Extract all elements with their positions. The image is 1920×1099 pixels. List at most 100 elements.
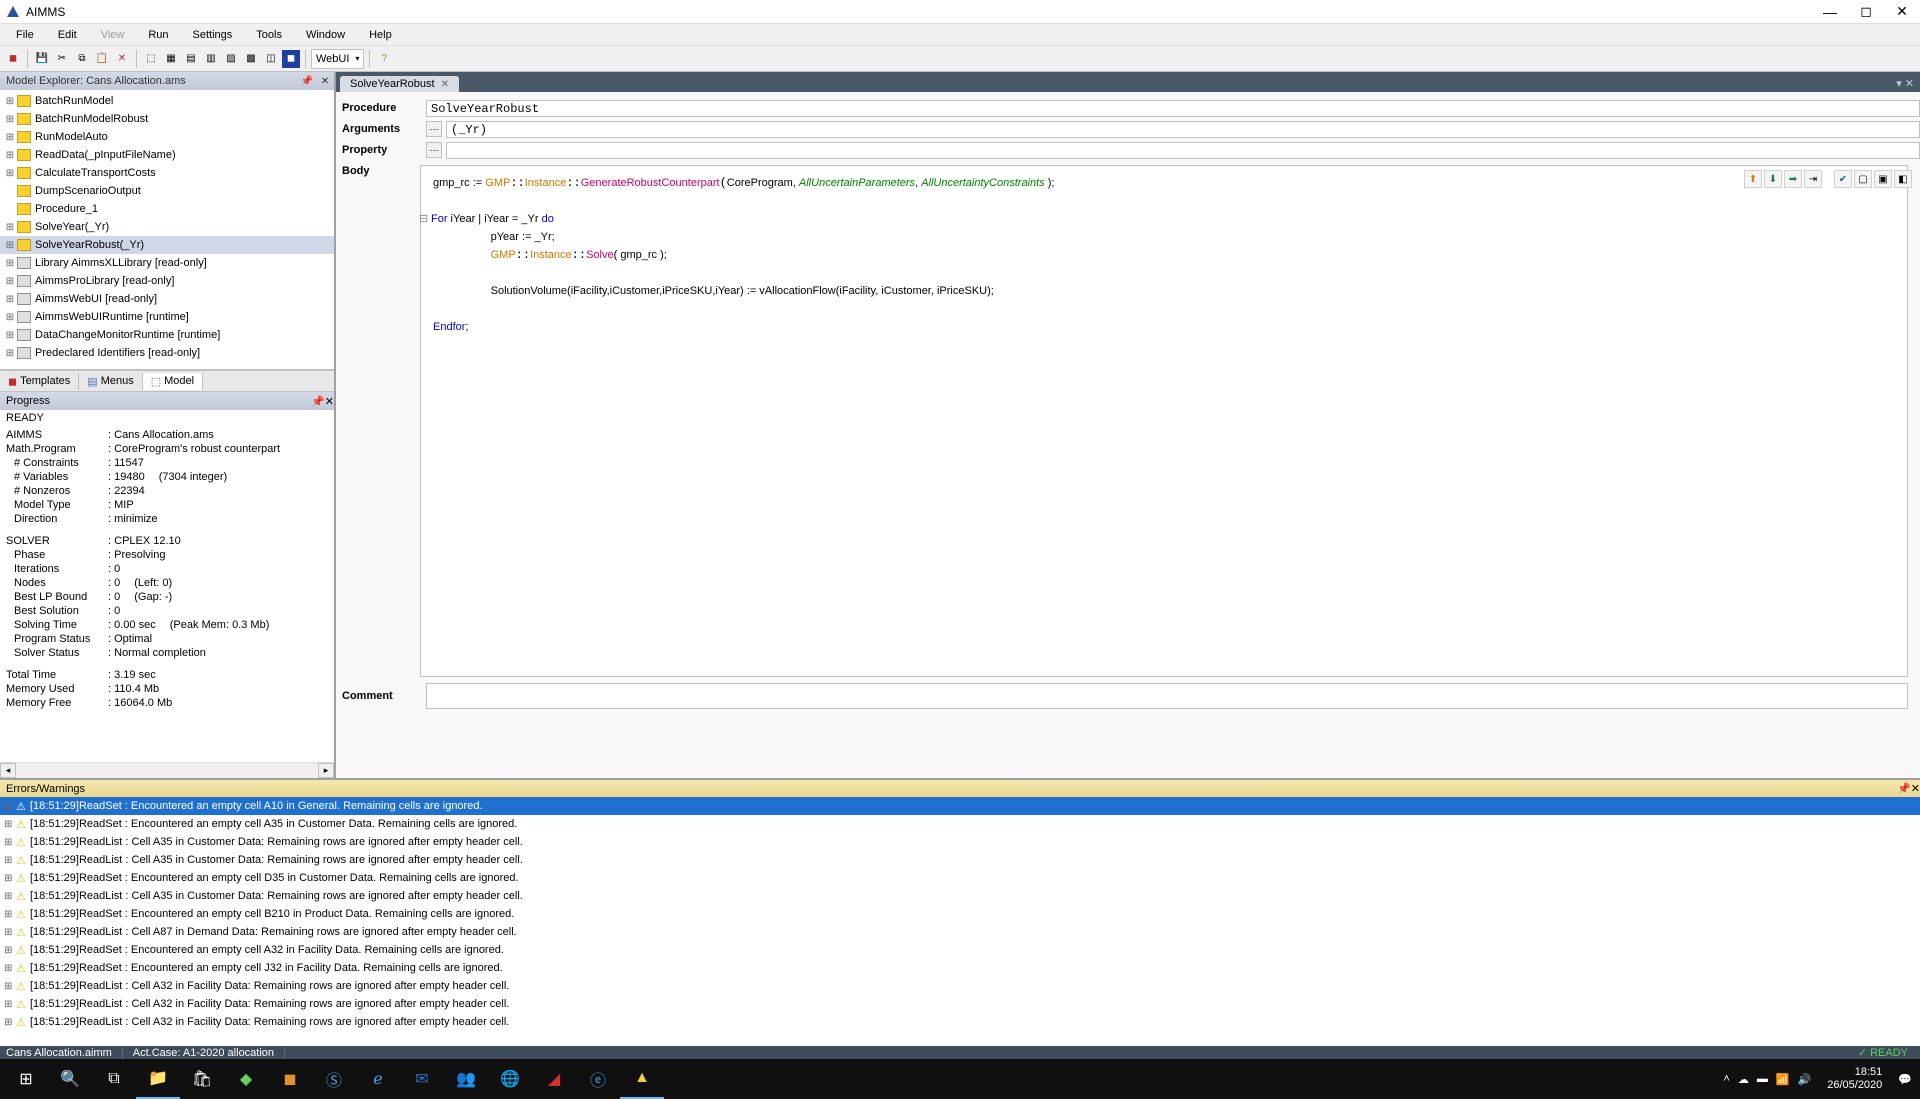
tree-item[interactable]: ⊞BatchRunModelRobust bbox=[0, 110, 334, 128]
cut-icon[interactable]: ✂ bbox=[53, 50, 71, 68]
tab-menus[interactable]: ▤Menus bbox=[79, 373, 142, 390]
pin-icon[interactable]: 📌 bbox=[298, 72, 316, 90]
tab-model[interactable]: ⬚Model bbox=[143, 373, 203, 390]
scroll-right-icon[interactable]: ▸ bbox=[318, 763, 334, 778]
tool-icon-7[interactable]: ◫ bbox=[262, 50, 280, 68]
paste-icon[interactable]: 📋 bbox=[93, 50, 111, 68]
tab-templates[interactable]: ◼Templates bbox=[0, 373, 79, 390]
page3-icon[interactable]: ◧ bbox=[1894, 170, 1912, 188]
arguments-wizard-icon[interactable]: ⋯ bbox=[426, 121, 442, 137]
panel-close-icon[interactable]: ✕ bbox=[316, 72, 334, 90]
save-icon[interactable]: 💾 bbox=[33, 50, 51, 68]
menu-tools[interactable]: Tools bbox=[246, 27, 292, 43]
tab-close-icon[interactable]: ✕ bbox=[441, 79, 449, 90]
error-row[interactable]: ⊞⚠ [18:51:29] ReadList : Cell A87 in Dem… bbox=[0, 923, 1920, 941]
tabstrip-menu-icon[interactable]: ▾ ✕ bbox=[1890, 75, 1920, 92]
tray-volume-icon[interactable]: 🔊 bbox=[1798, 1073, 1812, 1086]
nav-up-icon[interactable]: ⬆ bbox=[1744, 170, 1762, 188]
procedure-value[interactable]: SolveYearRobust bbox=[426, 100, 1920, 117]
tree-item[interactable]: ⊞RunModelAuto bbox=[0, 128, 334, 146]
error-row[interactable]: ⊞⚠ [18:51:29] ReadSet : Encountered an e… bbox=[0, 815, 1920, 833]
error-row[interactable]: ⊞⚠ [18:51:29] ReadSet : Encountered an e… bbox=[0, 869, 1920, 887]
error-row[interactable]: ⊞⚠ [18:51:29] ReadList : Cell A35 in Cus… bbox=[0, 833, 1920, 851]
error-row[interactable]: ⊞⚠ [18:51:29] ReadList : Cell A32 in Fac… bbox=[0, 977, 1920, 995]
pin-icon[interactable]: 📌 bbox=[1897, 782, 1911, 795]
tool-icon-6[interactable]: ▩ bbox=[242, 50, 260, 68]
tool-icon-5[interactable]: ▨ bbox=[222, 50, 240, 68]
menu-window[interactable]: Window bbox=[296, 27, 355, 43]
panel-close-icon[interactable]: ✕ bbox=[325, 395, 334, 408]
search-icon[interactable]: 🔍 bbox=[48, 1059, 92, 1099]
menu-help[interactable]: Help bbox=[359, 27, 402, 43]
error-row[interactable]: ⊞⚠ [18:51:29] ReadList : Cell A35 in Cus… bbox=[0, 887, 1920, 905]
tree-item[interactable]: ⊞AimmsProLibrary [read-only] bbox=[0, 272, 334, 290]
teams-icon[interactable]: 👥 bbox=[444, 1059, 488, 1099]
store-icon[interactable]: 🛍 bbox=[180, 1059, 224, 1099]
property-value[interactable] bbox=[446, 142, 1920, 159]
skype-icon[interactable]: Ⓢ bbox=[312, 1059, 356, 1099]
code-editor[interactable]: gmp_rc := GMP::Instance::GenerateRobustC… bbox=[420, 165, 1908, 677]
webui-dropdown[interactable]: WebUI bbox=[311, 49, 364, 69]
system-clock[interactable]: 18:51 26/05/2020 bbox=[1819, 1066, 1890, 1092]
error-row[interactable]: ⊞⚠ [18:51:29] ReadSet : Encountered an e… bbox=[0, 959, 1920, 977]
tool-icon-1[interactable]: ⬚ bbox=[142, 50, 160, 68]
menu-settings[interactable]: Settings bbox=[183, 27, 243, 43]
minimize-button[interactable]: — bbox=[1812, 0, 1848, 24]
acrobat-icon[interactable]: ◢ bbox=[532, 1059, 576, 1099]
errors-list[interactable]: ⊞⚠ [18:51:29] ReadSet : Encountered an e… bbox=[0, 797, 1920, 1046]
app-icon-1[interactable]: ◆ bbox=[224, 1059, 268, 1099]
page2-icon[interactable]: ▣ bbox=[1874, 170, 1892, 188]
error-row[interactable]: ⊞⚠ [18:51:29] ReadSet : Encountered an e… bbox=[0, 905, 1920, 923]
aimms-taskbar-icon[interactable]: ▲ bbox=[620, 1059, 664, 1099]
tool-icon-3[interactable]: ▤ bbox=[182, 50, 200, 68]
menu-run[interactable]: Run bbox=[138, 27, 178, 43]
outlook-icon[interactable]: ✉ bbox=[400, 1059, 444, 1099]
tree-item[interactable]: ⊞Library AimmsXLLibrary [read-only] bbox=[0, 254, 334, 272]
chrome-icon[interactable]: 🌐 bbox=[488, 1059, 532, 1099]
page-icon[interactable]: ▢ bbox=[1854, 170, 1872, 188]
property-wizard-icon[interactable]: ⋯ bbox=[426, 142, 442, 158]
task-view-icon[interactable]: ⧉ bbox=[92, 1059, 136, 1099]
error-row[interactable]: ⊞⚠ [18:51:29] ReadList : Cell A32 in Fac… bbox=[0, 995, 1920, 1013]
menu-view[interactable]: View bbox=[91, 27, 135, 43]
tree-item[interactable]: ⊞AimmsWebUIRuntime [runtime] bbox=[0, 308, 334, 326]
tree-item[interactable]: ⊞AimmsWebUI [read-only] bbox=[0, 290, 334, 308]
error-row[interactable]: ⊞⚠ [18:51:29] ReadList : Cell A32 in Fac… bbox=[0, 1013, 1920, 1031]
tool-icon-4[interactable]: ▥ bbox=[202, 50, 220, 68]
tray-cloud-icon[interactable]: ☁ bbox=[1738, 1073, 1749, 1086]
scroll-left-icon[interactable]: ◂ bbox=[0, 763, 16, 778]
tray-chevron-icon[interactable]: ˄ bbox=[1723, 1073, 1729, 1085]
nav-down-icon[interactable]: ⬇ bbox=[1764, 170, 1782, 188]
tree-item[interactable]: Procedure_1 bbox=[0, 200, 334, 218]
app-icon-2[interactable]: ◼ bbox=[268, 1059, 312, 1099]
close-button[interactable]: ✕ bbox=[1884, 0, 1920, 24]
help-icon[interactable]: ? bbox=[375, 50, 393, 68]
model-tree[interactable]: ⊞BatchRunModel⊞BatchRunModelRobust⊞RunMo… bbox=[0, 90, 334, 370]
tool-icon-2[interactable]: ▦ bbox=[162, 50, 180, 68]
horizontal-scrollbar[interactable]: ◂ ▸ bbox=[0, 762, 334, 778]
editor-tab[interactable]: SolveYearRobust ✕ bbox=[340, 76, 459, 92]
pin-icon[interactable]: 📌 bbox=[311, 395, 325, 408]
tree-item[interactable]: ⊞SolveYearRobust(_Yr) bbox=[0, 236, 334, 254]
arguments-value[interactable]: (_Yr) bbox=[446, 121, 1920, 138]
ie-icon[interactable]: ⓔ bbox=[576, 1059, 620, 1099]
maximize-button[interactable]: ◻ bbox=[1848, 0, 1884, 24]
tree-item[interactable]: ⊞SolveYear(_Yr) bbox=[0, 218, 334, 236]
tree-item[interactable]: DumpScenarioOutput bbox=[0, 182, 334, 200]
file-explorer-icon[interactable]: 📁 bbox=[136, 1059, 180, 1099]
menu-file[interactable]: File bbox=[6, 27, 44, 43]
check-icon[interactable]: ✔ bbox=[1834, 170, 1852, 188]
menu-edit[interactable]: Edit bbox=[48, 27, 87, 43]
tree-item[interactable]: ⊞BatchRunModel bbox=[0, 92, 334, 110]
start-button[interactable]: ⊞ bbox=[4, 1059, 48, 1099]
error-row[interactable]: ⊞⚠ [18:51:29] ReadSet : Encountered an e… bbox=[0, 941, 1920, 959]
error-row[interactable]: ⊞⚠ [18:51:29] ReadSet : Encountered an e… bbox=[0, 797, 1920, 815]
nav-next-icon[interactable]: ➡ bbox=[1784, 170, 1802, 188]
indent-icon[interactable]: ⇥ bbox=[1804, 170, 1822, 188]
copy-icon[interactable]: ⧉ bbox=[73, 50, 91, 68]
delete-icon[interactable]: ✕ bbox=[113, 50, 131, 68]
tree-item[interactable]: ⊞Predeclared Identifiers [read-only] bbox=[0, 344, 334, 362]
tray-battery-icon[interactable]: ▬ bbox=[1757, 1073, 1768, 1085]
tree-item[interactable]: ⊞CalculateTransportCosts bbox=[0, 164, 334, 182]
new-icon[interactable]: ◼ bbox=[4, 50, 22, 68]
